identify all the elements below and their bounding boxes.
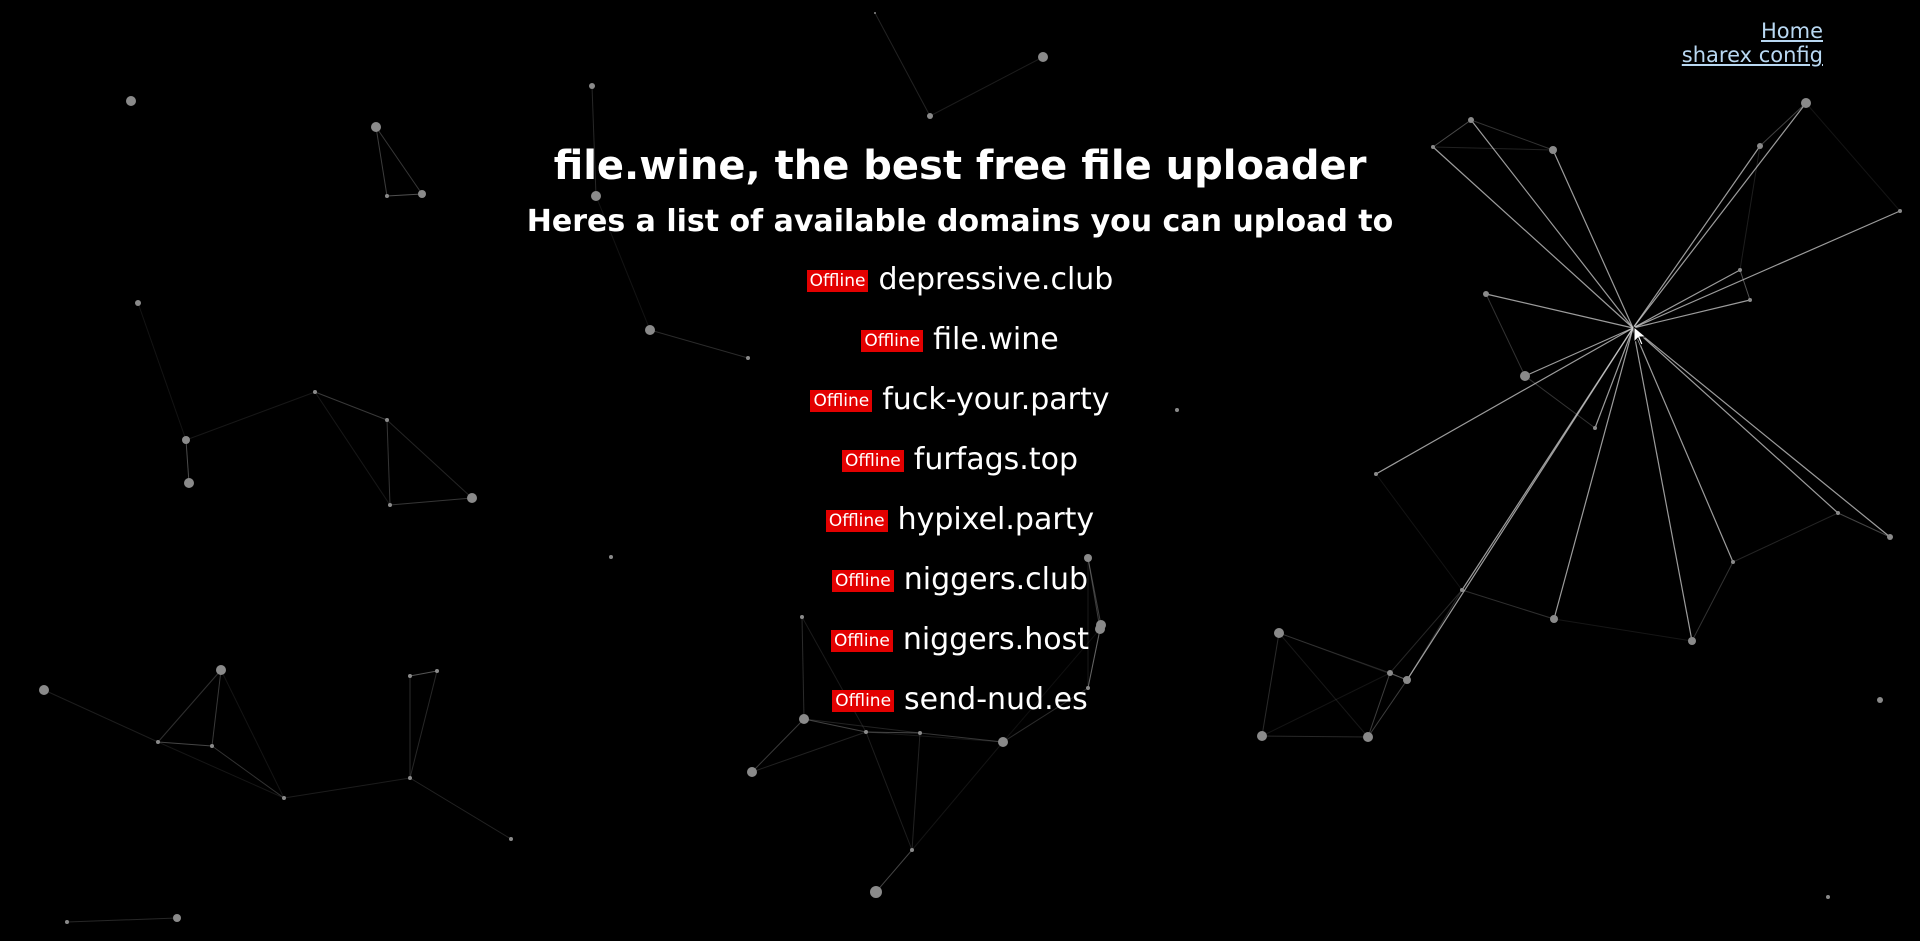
particle-link xyxy=(66,917,178,923)
particle-dot xyxy=(1038,52,1048,62)
particle-dot xyxy=(126,96,136,106)
particle-dot xyxy=(864,730,868,734)
offline-badge: Offline xyxy=(831,629,893,652)
particle-dot xyxy=(910,848,914,852)
particle-dot xyxy=(1801,98,1811,108)
particle-link xyxy=(911,741,1004,851)
particle-link xyxy=(1261,735,1369,738)
domain-name: furfags.top xyxy=(913,442,1078,477)
domain-name: niggers.host xyxy=(902,622,1089,657)
particle-dot xyxy=(918,731,922,735)
domain-name: depressive.club xyxy=(878,262,1114,297)
offline-badge: Offline xyxy=(861,329,924,352)
offline-badge: Offline xyxy=(810,389,873,412)
particle-link xyxy=(911,732,921,851)
particle-link xyxy=(919,732,1004,743)
particle-dot xyxy=(1468,117,1474,123)
domain-item: Offline furfags.top xyxy=(0,430,1920,490)
domain-name: file.wine xyxy=(933,322,1059,357)
mouse-cursor-icon xyxy=(1633,326,1647,346)
particle-dot xyxy=(927,113,933,119)
particle-dot xyxy=(173,914,181,922)
sharex-config-link[interactable]: sharex config xyxy=(1682,43,1823,67)
domain-name: fuck-your.party xyxy=(882,382,1110,417)
domain-item: Offline fuck-your.party xyxy=(0,370,1920,430)
particle-dot xyxy=(156,740,160,744)
particle-link xyxy=(283,777,411,799)
offline-badge: Offline xyxy=(831,569,894,592)
particle-dot xyxy=(589,83,595,89)
main-content: file.wine, the best free file uploader H… xyxy=(0,138,1920,730)
particle-dot xyxy=(747,767,757,777)
particle-dot xyxy=(210,744,214,748)
particle-dot xyxy=(1363,732,1373,742)
particle-dot xyxy=(874,12,876,14)
particle-dot xyxy=(371,122,381,132)
offline-badge: Offline xyxy=(841,449,904,472)
particle-link xyxy=(874,12,931,117)
page-subtitle: Heres a list of available domains you ca… xyxy=(526,204,1394,239)
particle-link xyxy=(211,745,285,799)
particle-link xyxy=(929,56,1044,117)
offline-badge: Offline xyxy=(832,689,895,712)
offline-badge: Offline xyxy=(806,269,869,292)
particle-dot xyxy=(998,737,1008,747)
domain-name: hypixel.party xyxy=(897,502,1095,537)
particle-dot xyxy=(282,796,286,800)
domain-name: niggers.club xyxy=(903,562,1089,597)
offline-badge: Offline xyxy=(825,509,888,532)
domain-list: Offline depressive.club Offline file.wine … xyxy=(0,250,1920,730)
domain-item: Offline file.wine xyxy=(0,310,1920,370)
particle-link xyxy=(751,731,867,773)
domain-item: Offline hypixel.party xyxy=(0,490,1920,550)
domain-item: Offline depressive.club xyxy=(0,250,1920,310)
particle-dot xyxy=(1826,895,1830,899)
top-nav: Home sharex config xyxy=(1682,19,1823,67)
particle-link xyxy=(865,731,1004,743)
particle-dot xyxy=(65,920,69,924)
domain-item: Offline niggers.host xyxy=(0,610,1920,670)
particle-dot xyxy=(408,776,412,780)
page-title: file.wine, the best free file uploader xyxy=(553,143,1367,189)
particle-dot xyxy=(870,886,882,898)
particle-link xyxy=(875,849,913,893)
particle-dot xyxy=(1257,731,1267,741)
particle-link xyxy=(157,741,285,799)
particle-link xyxy=(865,731,913,851)
home-link[interactable]: Home xyxy=(1682,19,1823,43)
domain-item: Offline niggers.club xyxy=(0,550,1920,610)
domain-item: Offline send-nud.es xyxy=(0,670,1920,730)
particle-link xyxy=(409,777,512,840)
domain-name: send-nud.es xyxy=(904,682,1088,717)
particle-dot xyxy=(509,837,513,841)
